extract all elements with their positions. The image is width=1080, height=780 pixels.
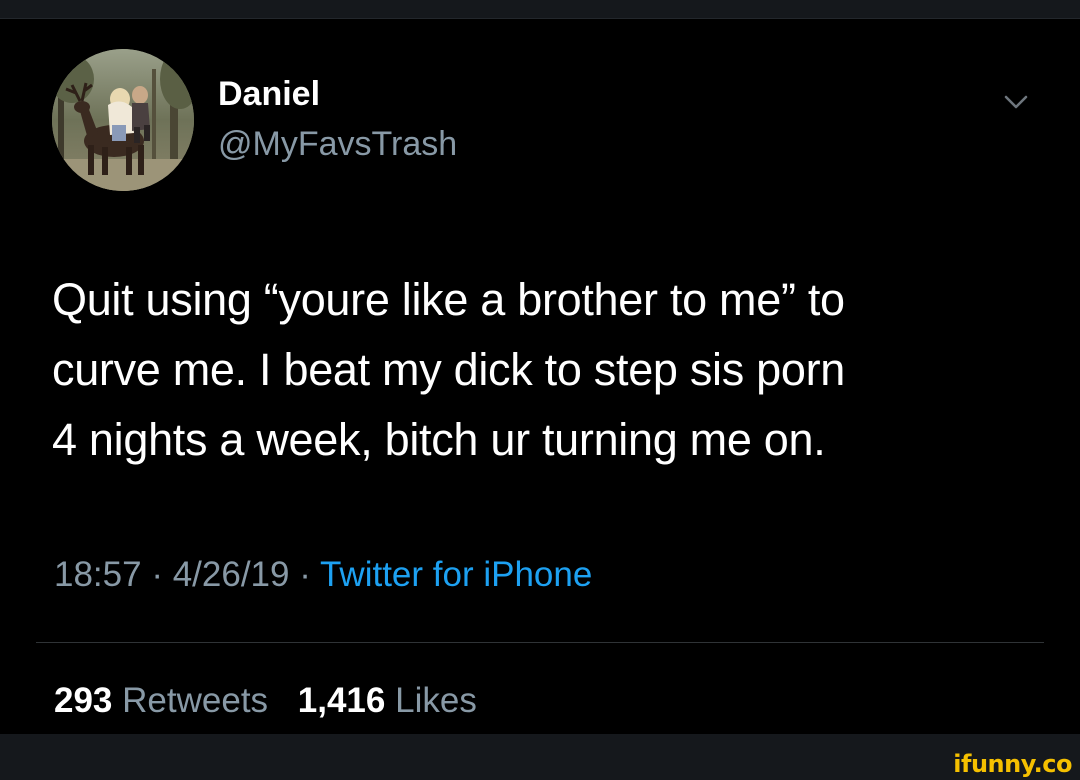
meta-separator: · [289,555,320,594]
retweets-count: 293 [54,681,113,720]
tweet-card: Daniel @MyFavsTrash Quit using “youre li… [0,19,1080,734]
avatar-image [52,49,194,191]
meta-separator: · [141,555,173,594]
tweet-date[interactable]: 4/26/19 [173,555,290,594]
watermark-logo: ifunny.co [953,750,1072,778]
likes-label: Likes [395,681,477,720]
tweet-stats: 293 Retweets 1,416 Likes [54,681,497,721]
top-bar [0,0,1080,19]
bottom-bar: ifunny.co [0,734,1080,780]
tweet-time[interactable]: 18:57 [54,555,142,594]
display-name[interactable]: Daniel [218,75,320,114]
likes-count: 1,416 [297,681,386,720]
tweet-meta: 18:57 · 4/26/19 · Twitter for iPhone [54,555,592,595]
user-handle[interactable]: @MyFavsTrash [218,125,457,164]
retweets-label: Retweets [122,681,269,720]
tweet-text-line: 4 nights a week, bitch ur turning me on. [52,414,826,465]
tweet-text: Quit using “youre like a brother to me” … [52,265,1042,475]
likes-stat[interactable]: 1,416 Likes [298,681,497,720]
avatar[interactable] [52,49,194,191]
divider [36,642,1044,643]
chevron-down-icon[interactable] [994,83,1038,123]
tweet-text-line: Quit using “youre like a brother to me” … [52,274,845,325]
tweet-source-link[interactable]: Twitter for iPhone [320,555,592,594]
retweets-stat[interactable]: 293 Retweets [54,681,298,720]
tweet-text-line: curve me. I beat my dick to step sis por… [52,344,846,395]
